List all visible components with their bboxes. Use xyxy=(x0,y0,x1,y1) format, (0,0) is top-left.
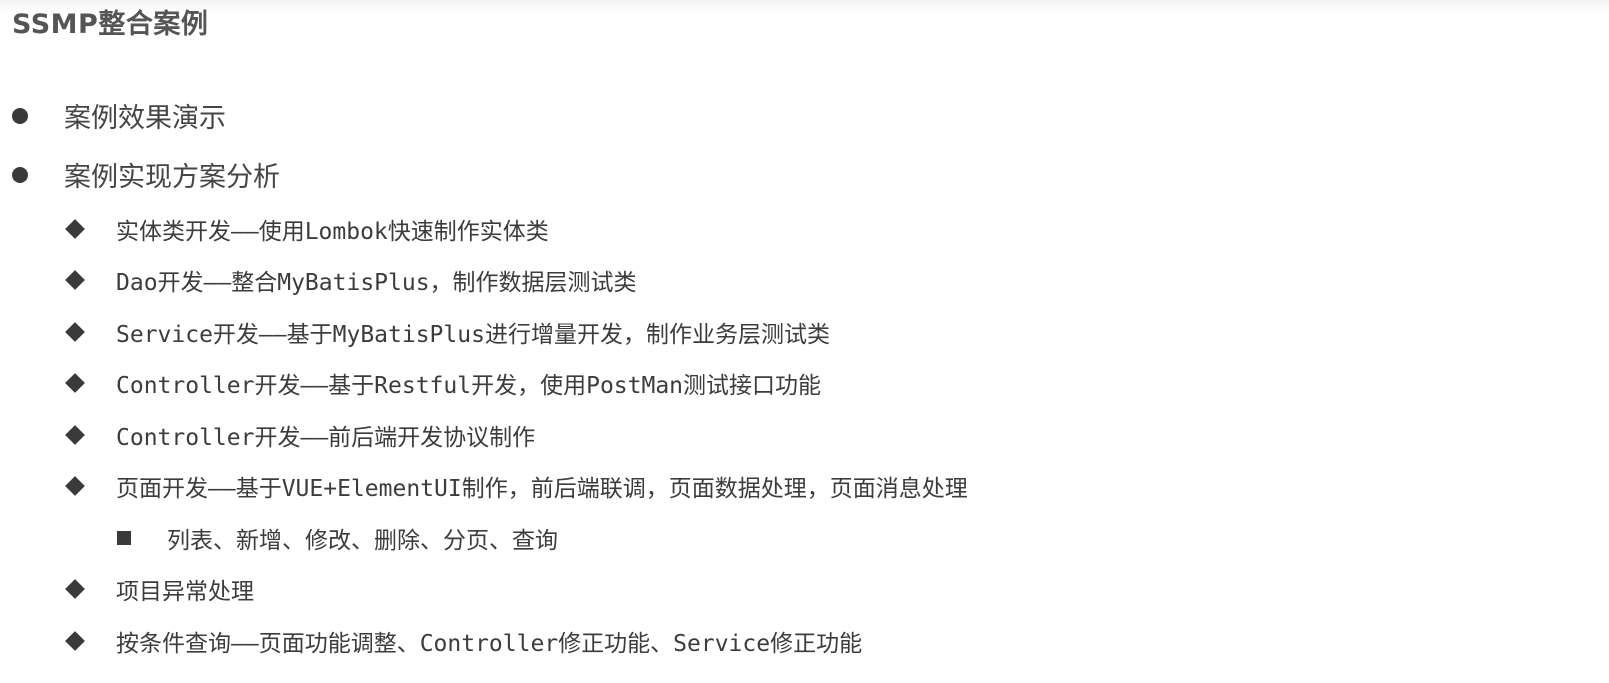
diamond-bullet-icon xyxy=(65,219,85,239)
sub-item-exception: 项目异常处理 xyxy=(65,572,254,606)
sub-item-text: Controller开发——基于Restful开发，使用PostMan测试接口功… xyxy=(116,373,822,399)
sub-sub-item-text: 列表、新增、修改、删除、分页、查询 xyxy=(167,528,558,554)
sub-item-text: Service开发——基于MyBatisPlus进行增量开发，制作业务层测试类 xyxy=(116,322,830,348)
sub-item-text: Controller开发——前后端开发协议制作 xyxy=(116,425,536,451)
round-bullet-icon xyxy=(12,107,28,124)
diamond-bullet-icon xyxy=(65,631,85,651)
sub-sub-item-crud: 列表、新增、修改、删除、分页、查询 xyxy=(117,521,558,555)
diamond-bullet-icon xyxy=(65,476,85,496)
sub-item-text: 页面开发——基于VUE+ElementUI制作，前后端联调，页面数据处理，页面消… xyxy=(116,476,968,502)
diamond-bullet-icon xyxy=(65,270,85,290)
sub-item-text: Dao开发——整合MyBatisPlus，制作数据层测试类 xyxy=(116,270,637,296)
bullet-text: 案例实现方案分析 xyxy=(64,162,280,193)
bullet-item-analysis: 案例实现方案分析 xyxy=(12,155,280,194)
round-bullet-icon xyxy=(12,166,28,183)
sub-item-query: 按条件查询——页面功能调整、Controller修正功能、Service修正功能 xyxy=(65,624,863,658)
diamond-bullet-icon xyxy=(65,322,85,342)
diamond-bullet-icon xyxy=(65,373,85,393)
sub-item-service: Service开发——基于MyBatisPlus进行增量开发，制作业务层测试类 xyxy=(65,315,830,349)
bullet-text: 案例效果演示 xyxy=(64,103,226,134)
sub-item-text: 项目异常处理 xyxy=(116,579,254,605)
square-bullet-icon xyxy=(117,531,131,545)
sub-item-text: 实体类开发——使用Lombok快速制作实体类 xyxy=(116,219,549,245)
sub-item-text: 按条件查询——页面功能调整、Controller修正功能、Service修正功能 xyxy=(116,631,863,657)
sub-item-dao: Dao开发——整合MyBatisPlus，制作数据层测试类 xyxy=(65,263,637,297)
sub-item-controller-restful: Controller开发——基于Restful开发，使用PostMan测试接口功… xyxy=(65,366,822,400)
top-strip xyxy=(0,0,1609,14)
sub-item-controller-protocol: Controller开发——前后端开发协议制作 xyxy=(65,418,536,452)
diamond-bullet-icon xyxy=(65,425,85,445)
sub-item-page: 页面开发——基于VUE+ElementUI制作，前后端联调，页面数据处理，页面消… xyxy=(65,469,968,503)
sub-item-entity: 实体类开发——使用Lombok快速制作实体类 xyxy=(65,212,549,246)
diamond-bullet-icon xyxy=(65,579,85,599)
bullet-item-demo: 案例效果演示 xyxy=(12,96,226,135)
slide-title: SSMP整合案例 xyxy=(12,9,209,40)
